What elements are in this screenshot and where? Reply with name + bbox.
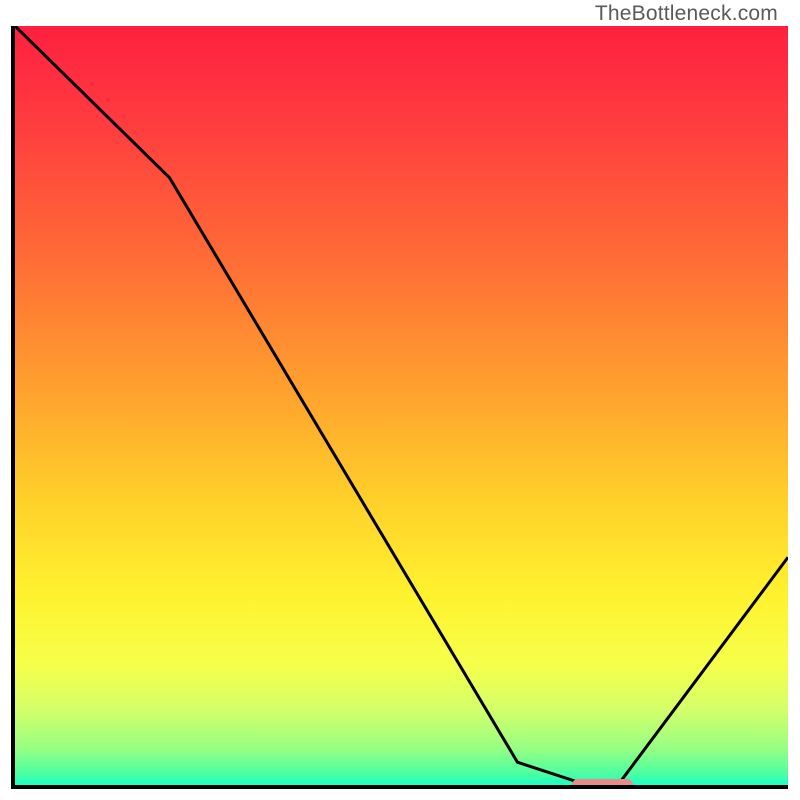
plot-area xyxy=(15,26,788,785)
axes-frame xyxy=(11,26,788,789)
chart-lines xyxy=(15,26,788,785)
bottleneck-curve xyxy=(15,26,788,785)
watermark-text: TheBottleneck.com xyxy=(595,2,778,26)
optimal-range-marker xyxy=(572,779,634,785)
